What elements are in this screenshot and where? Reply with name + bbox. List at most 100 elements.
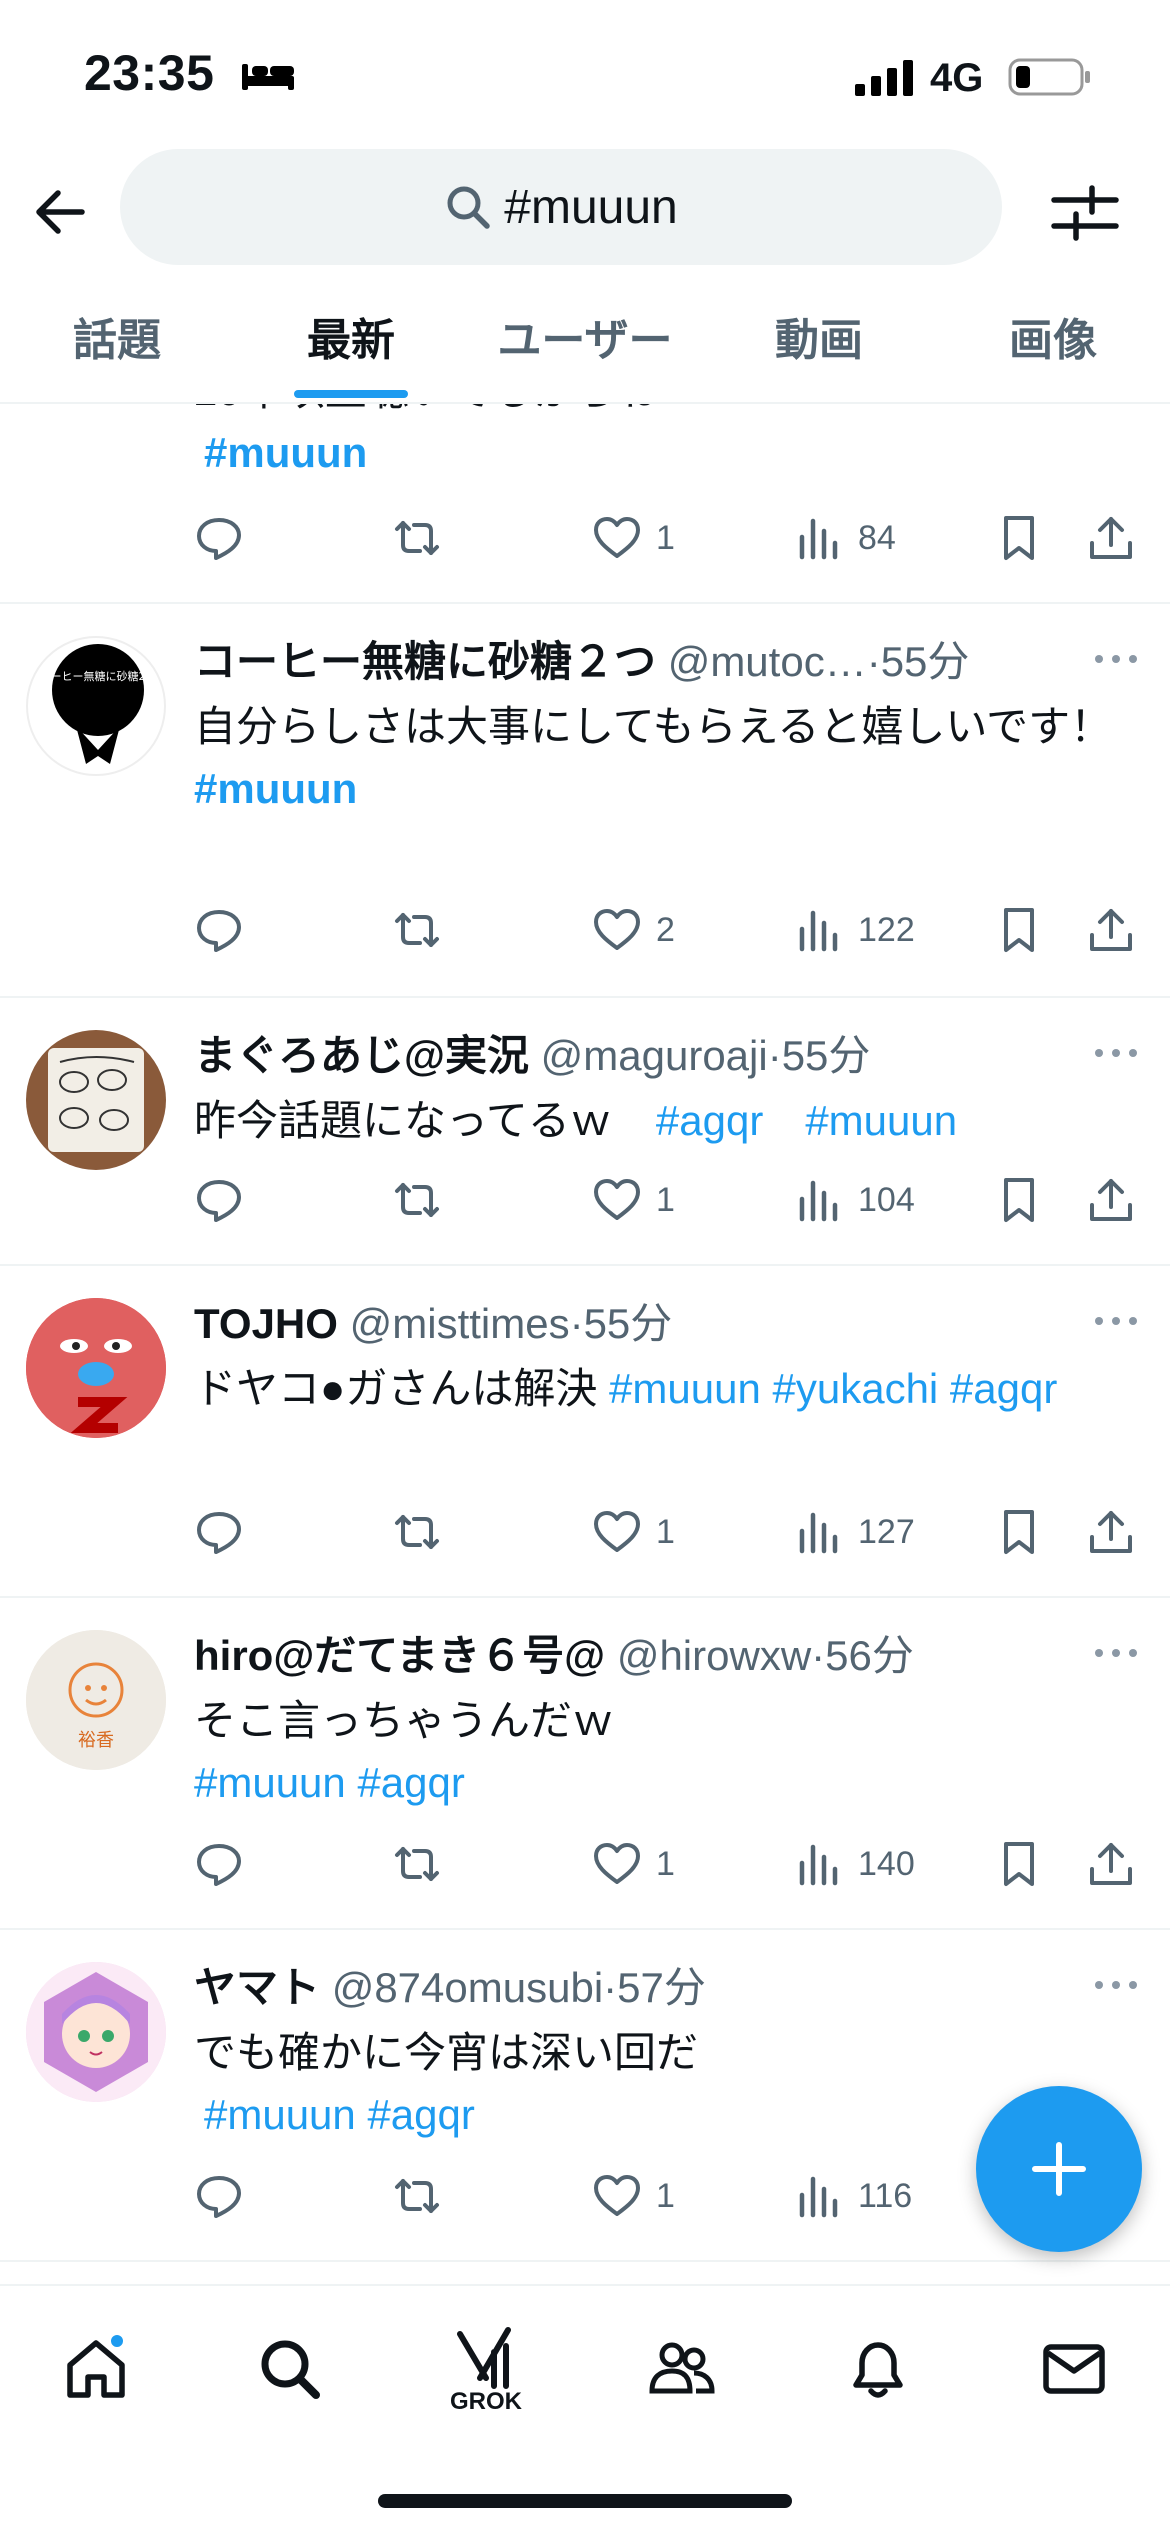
share-button[interactable] xyxy=(1086,1834,1136,1894)
reply-button[interactable] xyxy=(194,508,244,568)
hashtag-link[interactable]: #muuun #yukachi #agqr xyxy=(609,1365,1057,1412)
author-name[interactable]: hiro@だてまき６号@ xyxy=(194,1632,605,1679)
like-button[interactable]: 1 xyxy=(592,1502,675,1562)
post-text: 20年以上聴いてるからね #muuun xyxy=(194,404,1114,484)
bookmark-button[interactable] xyxy=(994,1502,1044,1562)
back-arrow-icon[interactable] xyxy=(30,182,90,242)
views-button[interactable]: 104 xyxy=(794,1170,915,1230)
tab-latest[interactable]: 最新 xyxy=(234,270,468,402)
repost-button[interactable] xyxy=(392,900,442,960)
post-item[interactable]: まぐろあじ@実況 @maguroaji·55分 昨今話題になってるｗ #agqr … xyxy=(0,998,1170,1266)
author-handle[interactable]: @misttimes xyxy=(350,1300,570,1347)
bookmark-button[interactable] xyxy=(994,900,1044,960)
author-handle[interactable]: @874omusubi xyxy=(332,1964,603,2011)
tab-trending[interactable]: 話題 xyxy=(0,270,234,402)
share-icon xyxy=(1090,1843,1132,1885)
tab-people[interactable]: ユーザー xyxy=(468,270,702,402)
like-button[interactable]: 1 xyxy=(592,1170,675,1230)
cellular-signal-icon xyxy=(855,60,913,96)
like-button[interactable]: 1 xyxy=(592,508,675,568)
like-button[interactable]: 1 xyxy=(592,2166,675,2226)
author-name[interactable]: TOJHO xyxy=(194,1300,338,1347)
like-button[interactable]: 2 xyxy=(592,900,675,960)
post-item[interactable]: 裕香 hiro@だてまき６号@ @hirowxw·56分 そこ言っちゃうんだｗ … xyxy=(0,1598,1170,1930)
nav-communities[interactable] xyxy=(582,2304,782,2434)
repost-button[interactable] xyxy=(392,1834,442,1894)
avatar[interactable]: コーヒー無糖に砂糖2つ xyxy=(26,636,166,776)
reply-button[interactable] xyxy=(194,2166,244,2226)
search-icon xyxy=(447,186,491,229)
author-name[interactable]: ヤマト xyxy=(194,1964,320,2011)
views-button[interactable]: 127 xyxy=(794,1502,915,1562)
more-options-icon[interactable] xyxy=(1092,1046,1140,1060)
share-icon xyxy=(1090,517,1132,559)
post-header: まぐろあじ@実況 @maguroaji·55分 xyxy=(194,1022,870,1083)
search-input[interactable]: #muuun xyxy=(120,149,1002,265)
bookmark-button[interactable] xyxy=(994,1834,1044,1894)
author-handle[interactable]: @hirowxw xyxy=(617,1632,811,1679)
avatar-image xyxy=(26,1298,166,1438)
nav-notifications[interactable] xyxy=(778,2304,978,2434)
sleep-focus-icon xyxy=(242,64,294,90)
nav-explore[interactable] xyxy=(190,2304,390,2434)
repost-button[interactable] xyxy=(392,1170,442,1230)
more-options-icon[interactable] xyxy=(1092,1646,1140,1660)
post-actions: 1 84 xyxy=(194,508,1134,568)
post-item[interactable]: TOJHO @misttimes·55分 ドヤコ●ガさんは解決 #muuun #… xyxy=(0,1266,1170,1598)
like-button[interactable]: 1 xyxy=(592,1834,675,1894)
post-text: そこ言っちゃうんだｗ #muuun #agqr xyxy=(194,1690,1114,1814)
avatar[interactable]: 裕香 xyxy=(26,1630,166,1770)
reply-button[interactable] xyxy=(194,1502,244,1562)
active-tab-indicator xyxy=(294,390,408,398)
views-button[interactable]: 84 xyxy=(794,508,896,568)
reply-button[interactable] xyxy=(194,900,244,960)
reply-button[interactable] xyxy=(194,1170,244,1230)
views-button[interactable]: 122 xyxy=(794,900,915,960)
post-time: 57分 xyxy=(617,1964,706,2011)
more-options-icon[interactable] xyxy=(1092,652,1140,666)
share-button[interactable] xyxy=(1086,1170,1136,1230)
author-handle[interactable]: @maguroaji xyxy=(541,1032,768,1079)
share-button[interactable] xyxy=(1086,508,1136,568)
search-settings-icon[interactable] xyxy=(1050,180,1120,244)
bookmark-button[interactable] xyxy=(994,508,1044,568)
hashtag-link[interactable]: #muuun #agqr xyxy=(204,2084,1114,2146)
share-button[interactable] xyxy=(1086,900,1136,960)
view-count: 127 xyxy=(858,1512,915,1551)
nav-home[interactable] xyxy=(0,2304,196,2434)
home-indicator[interactable] xyxy=(378,2494,792,2508)
post-partial[interactable]: 20年以上聴いてるからね #muuun 1 84 xyxy=(0,404,1170,604)
share-icon xyxy=(1090,1179,1132,1221)
reply-button[interactable] xyxy=(194,1834,244,1894)
compose-post-button[interactable] xyxy=(976,2086,1142,2252)
heart-icon xyxy=(594,909,640,950)
bookmark-button[interactable] xyxy=(994,1170,1044,1230)
more-options-icon[interactable] xyxy=(1092,1978,1140,1992)
nav-grok[interactable]: GROK xyxy=(386,2304,586,2434)
author-name[interactable]: コーヒー無糖に砂糖２つ xyxy=(194,638,656,685)
avatar[interactable] xyxy=(26,1962,166,2102)
views-button[interactable]: 116 xyxy=(794,2166,912,2226)
avatar[interactable] xyxy=(26,1298,166,1438)
hashtag-link[interactable]: #agqr #muuun xyxy=(656,1097,957,1144)
post-text: でも確かに今宵は深い回だ #muuun #agqr xyxy=(194,2022,1114,2146)
repost-button[interactable] xyxy=(392,508,442,568)
hashtag-link[interactable]: #muuun xyxy=(204,429,367,476)
svg-text:裕香: 裕香 xyxy=(78,1730,114,1751)
post-item[interactable]: コーヒー無糖に砂糖2つ コーヒー無糖に砂糖２つ @mutoc…·55分 自分らし… xyxy=(0,604,1170,998)
tab-images[interactable]: 画像 xyxy=(936,270,1170,402)
avatar[interactable] xyxy=(26,1030,166,1170)
hashtag-link[interactable]: #muuun #agqr xyxy=(194,1752,1114,1814)
author-handle[interactable]: @mutoc… xyxy=(668,638,867,685)
post-header: ヤマト @874omusubi·57分 xyxy=(194,1954,706,2015)
reply-icon xyxy=(197,1512,241,1554)
tab-videos[interactable]: 動画 xyxy=(702,270,936,402)
hashtag-link[interactable]: #muuun xyxy=(194,758,1114,820)
repost-button[interactable] xyxy=(392,2166,442,2226)
views-button[interactable]: 140 xyxy=(794,1834,915,1894)
share-button[interactable] xyxy=(1086,1502,1136,1562)
more-options-icon[interactable] xyxy=(1092,1314,1140,1328)
repost-button[interactable] xyxy=(392,1502,442,1562)
author-name[interactable]: まぐろあじ@実況 xyxy=(194,1032,529,1079)
nav-messages[interactable] xyxy=(974,2304,1170,2434)
